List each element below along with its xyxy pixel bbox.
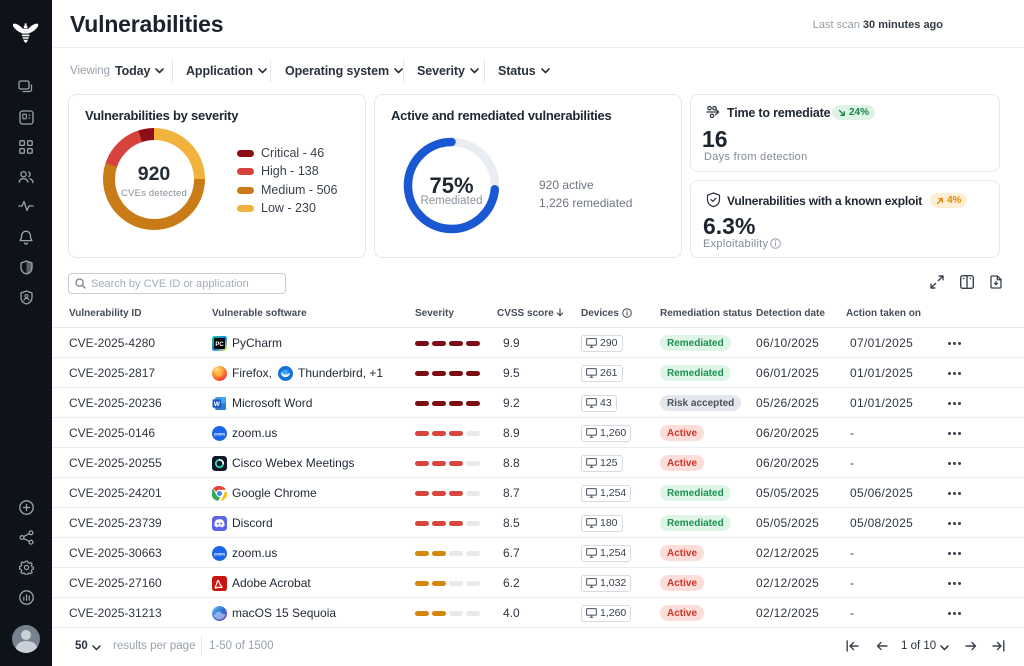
svg-text:zoom: zoom: [214, 551, 225, 556]
svg-text:zoom: zoom: [214, 431, 225, 436]
svg-text:W: W: [214, 401, 221, 408]
svg-text:PC: PC: [215, 342, 224, 348]
